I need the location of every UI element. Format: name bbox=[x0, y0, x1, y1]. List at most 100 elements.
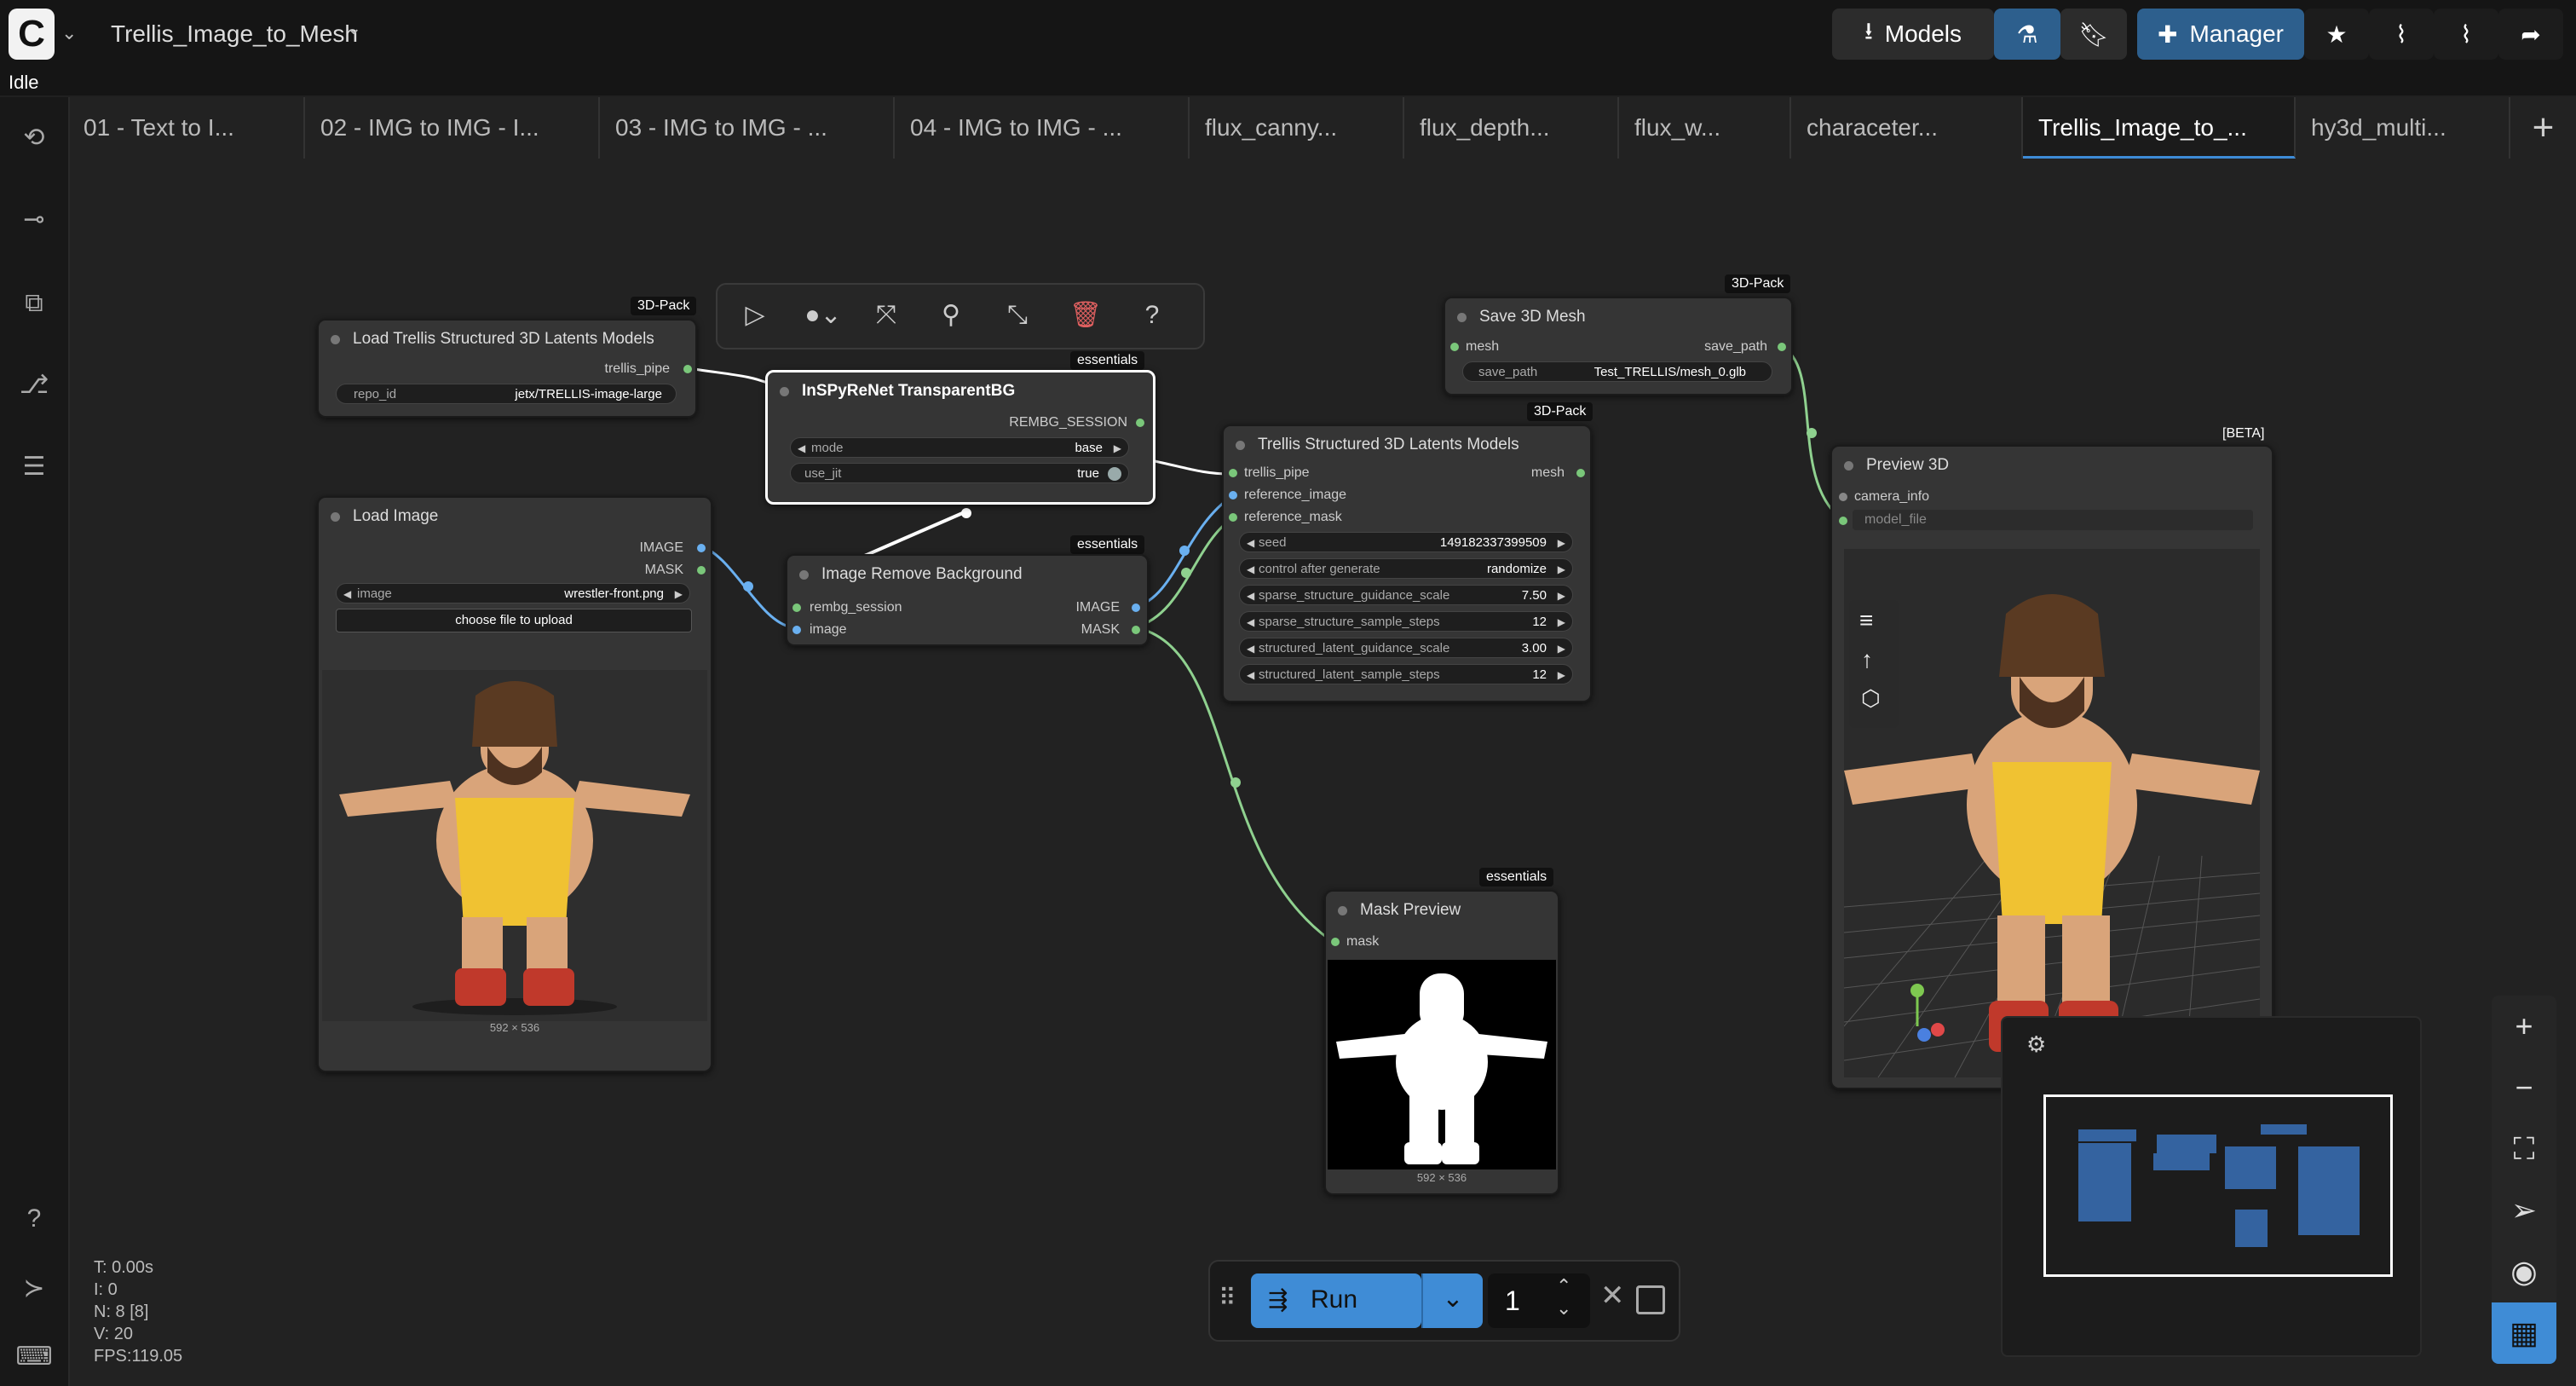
workflow-title[interactable]: Trellis_Image_to_Mesh bbox=[111, 20, 358, 48]
use-jit-toggle[interactable]: use_jit true bbox=[790, 463, 1129, 483]
node-preview-3d[interactable]: Preview 3D camera_info model_file ≡ ↑ ⬡ bbox=[1830, 445, 2273, 1089]
input-slot[interactable] bbox=[1450, 343, 1459, 351]
models-button[interactable]: ⭳ Models bbox=[1832, 9, 1994, 60]
node-save-mesh[interactable]: Save 3D Mesh mesh save_path save_path Te… bbox=[1444, 297, 1793, 396]
pin-icon[interactable]: ⚲ bbox=[932, 297, 970, 334]
batch-count-stepper[interactable]: 1 ⌃ ⌄ bbox=[1488, 1273, 1590, 1328]
sparse-structure-guidance-scale-widget[interactable]: ◀ sparse_structure_guidance_scale 7.50 ▶ bbox=[1239, 585, 1573, 605]
3d-viewport[interactable] bbox=[1843, 549, 2261, 1078]
workflow-tab[interactable]: 03 - IMG to IMG - ... bbox=[600, 97, 895, 159]
minimap[interactable]: ⚙ bbox=[2001, 1016, 2422, 1357]
manager-button[interactable]: ✚ Manager bbox=[2137, 9, 2304, 60]
history-icon[interactable]: ⟲ bbox=[15, 119, 53, 157]
input-slot[interactable] bbox=[1229, 491, 1237, 500]
output-slot[interactable] bbox=[1132, 603, 1140, 612]
arrow-up-icon[interactable]: ↑ bbox=[1861, 646, 1873, 673]
menu-icon[interactable]: ≡ bbox=[1859, 607, 1873, 634]
play-icon[interactable]: ▷ bbox=[736, 297, 774, 334]
trash-icon[interactable]: 🗑︎ bbox=[1067, 297, 1104, 334]
seed-widget[interactable]: ◀ seed 149182337399509 ▶ bbox=[1239, 532, 1573, 552]
stop-icon[interactable] bbox=[1636, 1285, 1665, 1314]
input-slot[interactable] bbox=[792, 603, 801, 612]
node-trellis-models[interactable]: Trellis Structured 3D Latents Models tre… bbox=[1222, 424, 1592, 702]
select-mode-icon[interactable]: ➢ bbox=[2492, 1180, 2556, 1241]
share-button[interactable]: ➦ bbox=[2498, 9, 2563, 60]
workflow-tab[interactable]: 01 - Text to I... bbox=[68, 97, 305, 159]
upload-button[interactable]: choose file to upload bbox=[336, 609, 692, 632]
output-slot[interactable] bbox=[1778, 343, 1786, 351]
node-remove-background[interactable]: Image Remove Background rembg_session im… bbox=[786, 554, 1149, 646]
output-slot[interactable] bbox=[697, 566, 706, 575]
zoom-in-icon[interactable]: + bbox=[2492, 996, 2556, 1057]
mode-widget[interactable]: ◀ mode base ▶ bbox=[790, 437, 1129, 458]
input-slot[interactable] bbox=[1839, 517, 1847, 525]
input-slot[interactable] bbox=[1229, 469, 1237, 477]
keyboard-icon[interactable]: ⌨ bbox=[15, 1338, 53, 1376]
cube-icon[interactable]: ⬡ bbox=[1861, 685, 1881, 712]
drag-handle-icon[interactable]: ⠿ bbox=[1219, 1284, 1236, 1312]
output-slot[interactable] bbox=[1576, 469, 1585, 477]
input-slot[interactable] bbox=[1229, 513, 1237, 522]
input-slot[interactable] bbox=[792, 626, 801, 634]
workflow-tab[interactable]: characeter... bbox=[1791, 97, 2023, 159]
node-library-button[interactable]: ⚗ bbox=[1994, 9, 2060, 60]
run-button[interactable]: ⇶ Run bbox=[1251, 1273, 1421, 1328]
node-load-trellis[interactable]: Load Trellis Structured 3D Latents Model… bbox=[317, 319, 697, 418]
workflow-tab[interactable]: flux_w... bbox=[1619, 97, 1791, 159]
bypass-icon[interactable]: ⤧ bbox=[867, 297, 905, 334]
node-library-icon[interactable]: ⧉ bbox=[15, 285, 53, 322]
collapse-icon[interactable]: ⤡ bbox=[999, 297, 1036, 334]
save-path-widget[interactable]: save_path Test_TRELLIS/mesh_0.glb bbox=[1462, 361, 1772, 382]
run-mode-chevron-icon[interactable]: ⌄ bbox=[1421, 1273, 1483, 1328]
free-memory-button[interactable]: ⌇ bbox=[2434, 9, 2498, 60]
node-title: Preview 3D bbox=[1832, 447, 1949, 484]
output-slot[interactable] bbox=[1136, 419, 1144, 427]
queue-icon[interactable]: ⊸ bbox=[15, 201, 53, 239]
workflow-tab-active[interactable]: Trellis_Image_to_... bbox=[2023, 97, 2296, 159]
node-inspyrenet[interactable]: InSPyReNet TransparentBG REMBG_SESSION ◀… bbox=[765, 370, 1155, 505]
input-slot[interactable] bbox=[1839, 493, 1847, 501]
workflow-tab[interactable]: hy3d_multi... bbox=[2296, 97, 2510, 159]
workflow-tab[interactable]: flux_canny... bbox=[1190, 97, 1404, 159]
output-slot[interactable] bbox=[697, 544, 706, 552]
close-icon[interactable]: ✕ bbox=[1600, 1279, 1625, 1313]
sparse-structure-sample-steps-widget[interactable]: ◀ sparse_structure_sample_steps 12 ▶ bbox=[1239, 611, 1573, 632]
increment-icon[interactable]: ⌃ bbox=[1556, 1275, 1571, 1297]
zoom-out-icon[interactable]: − bbox=[2492, 1057, 2556, 1118]
help-icon[interactable]: ? bbox=[1133, 297, 1171, 334]
color-picker-icon[interactable]: ●⌄ bbox=[798, 297, 849, 334]
output-slot[interactable] bbox=[683, 365, 692, 373]
model-library-icon[interactable]: ⎇ bbox=[15, 367, 53, 404]
minimap-toggle-icon[interactable]: ▦ bbox=[2492, 1302, 2556, 1364]
unload-models-button[interactable]: ⌇ bbox=[2369, 9, 2434, 60]
wrestler-image bbox=[322, 670, 707, 1021]
model-file-widget[interactable]: model_file bbox=[1853, 510, 2253, 530]
decrement-icon[interactable]: ⌄ bbox=[1556, 1297, 1571, 1320]
input-slot[interactable] bbox=[1331, 938, 1340, 946]
workflow-tab[interactable]: flux_depth... bbox=[1404, 97, 1619, 159]
image-select-widget[interactable]: ◀ image wrestler-front.png ▶ bbox=[336, 583, 690, 603]
node-tag: essentials bbox=[1070, 535, 1145, 554]
sliders-icon[interactable]: ⚙ bbox=[2026, 1031, 2046, 1058]
workflow-menu-chevron-icon[interactable]: ⌄ bbox=[346, 17, 361, 39]
structured-latent-guidance-scale-widget[interactable]: ◀ structured_latent_guidance_scale 3.00 ▶ bbox=[1239, 638, 1573, 658]
workflow-tab[interactable]: 02 - IMG to IMG - I... bbox=[305, 97, 600, 159]
help-icon[interactable]: ? bbox=[15, 1200, 53, 1238]
output-slot[interactable] bbox=[1132, 626, 1140, 634]
chevron-down-icon[interactable]: ⌄ bbox=[61, 22, 77, 44]
workflows-icon[interactable]: ☰ bbox=[15, 448, 53, 486]
structured-latent-sample-steps-widget[interactable]: ◀ structured_latent_sample_steps 12 ▶ bbox=[1239, 664, 1573, 684]
terminal-icon[interactable]: ≻ bbox=[15, 1270, 53, 1308]
star-button[interactable]: ★ bbox=[2304, 9, 2369, 60]
bookmark-button[interactable]: 🔖︎ bbox=[2060, 9, 2127, 60]
node-load-image[interactable]: Load Image IMAGE MASK ◀ image wrestler-f… bbox=[317, 496, 712, 1072]
minimap-viewport[interactable] bbox=[2043, 1094, 2393, 1277]
fit-view-icon[interactable]: ⛶ bbox=[2492, 1118, 2556, 1180]
toggle-links-icon[interactable]: ◉ bbox=[2492, 1241, 2556, 1302]
app-logo[interactable]: C bbox=[9, 9, 55, 60]
control-after-generate-widget[interactable]: ◀ control after generate randomize ▶ bbox=[1239, 558, 1573, 579]
node-mask-preview[interactable]: Mask Preview mask 592 × 536 bbox=[1324, 890, 1559, 1195]
new-tab-plus-icon[interactable]: + bbox=[2510, 97, 2576, 159]
workflow-tab[interactable]: 04 - IMG to IMG - ... bbox=[895, 97, 1190, 159]
repo-id-widget[interactable]: repo_id jetx/TRELLIS-image-large bbox=[336, 384, 677, 404]
